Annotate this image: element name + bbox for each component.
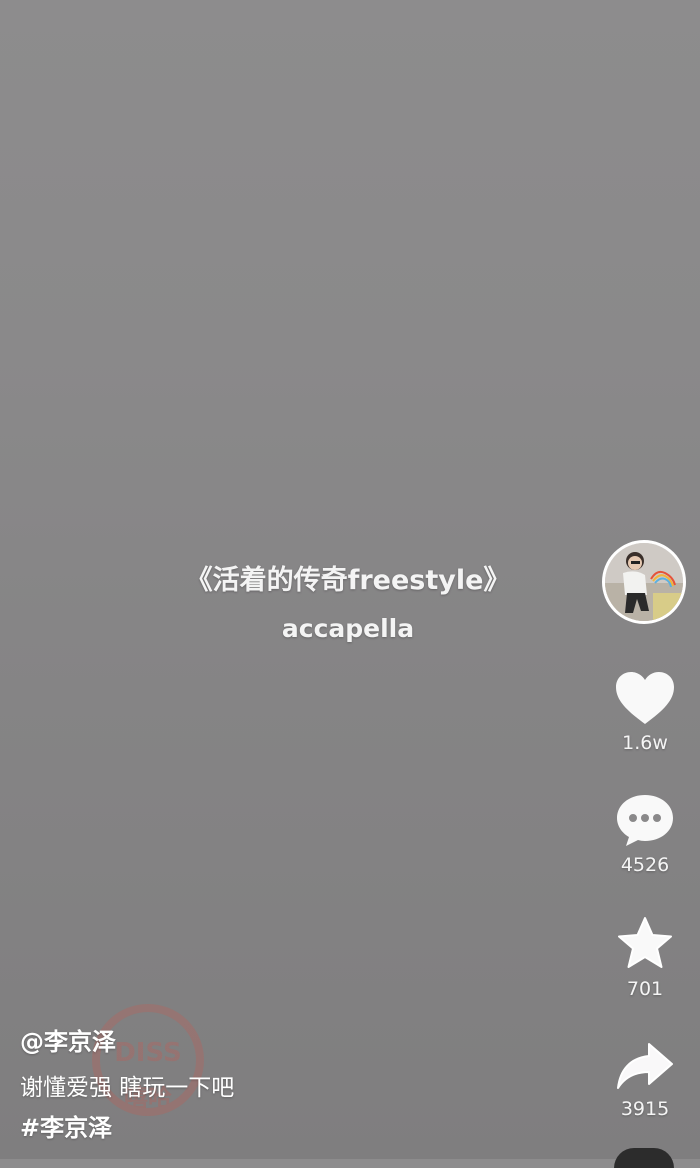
share-arrow-icon — [617, 1043, 673, 1089]
post-caption: 谢懂爱强 瞎玩一下吧 — [20, 1075, 235, 1101]
comment-button[interactable]: 4526 — [600, 792, 690, 876]
comment-count: 4526 — [620, 854, 670, 876]
heart-icon — [616, 672, 674, 724]
star-icon — [618, 917, 672, 968]
avatar-image — [605, 543, 683, 621]
favorite-button[interactable]: 701 — [600, 916, 690, 1000]
like-count: 1.6w — [622, 732, 668, 754]
author-name-link[interactable]: @李京泽 — [20, 1024, 580, 1060]
favorite-count: 701 — [626, 978, 664, 1000]
video-subtitle-text: accapella — [281, 614, 415, 643]
post-info: @李京泽 谢懂爱强 瞎玩一下吧 #李京泽 — [20, 1024, 580, 1144]
author-avatar[interactable] — [602, 540, 686, 624]
share-button[interactable]: 3915 — [600, 1040, 690, 1120]
video-title-text: 《活着的传奇freestyle》 — [185, 565, 511, 596]
share-count: 3915 — [620, 1098, 670, 1120]
comment-bubble-icon — [617, 795, 673, 846]
like-button[interactable]: 1.6w — [600, 670, 690, 754]
video-player[interactable]: 《活着的传奇freestyle》 accapella — [0, 0, 700, 1159]
hashtag-link[interactable]: #李京泽 — [20, 1112, 580, 1144]
music-disc-edge[interactable] — [614, 1148, 674, 1168]
